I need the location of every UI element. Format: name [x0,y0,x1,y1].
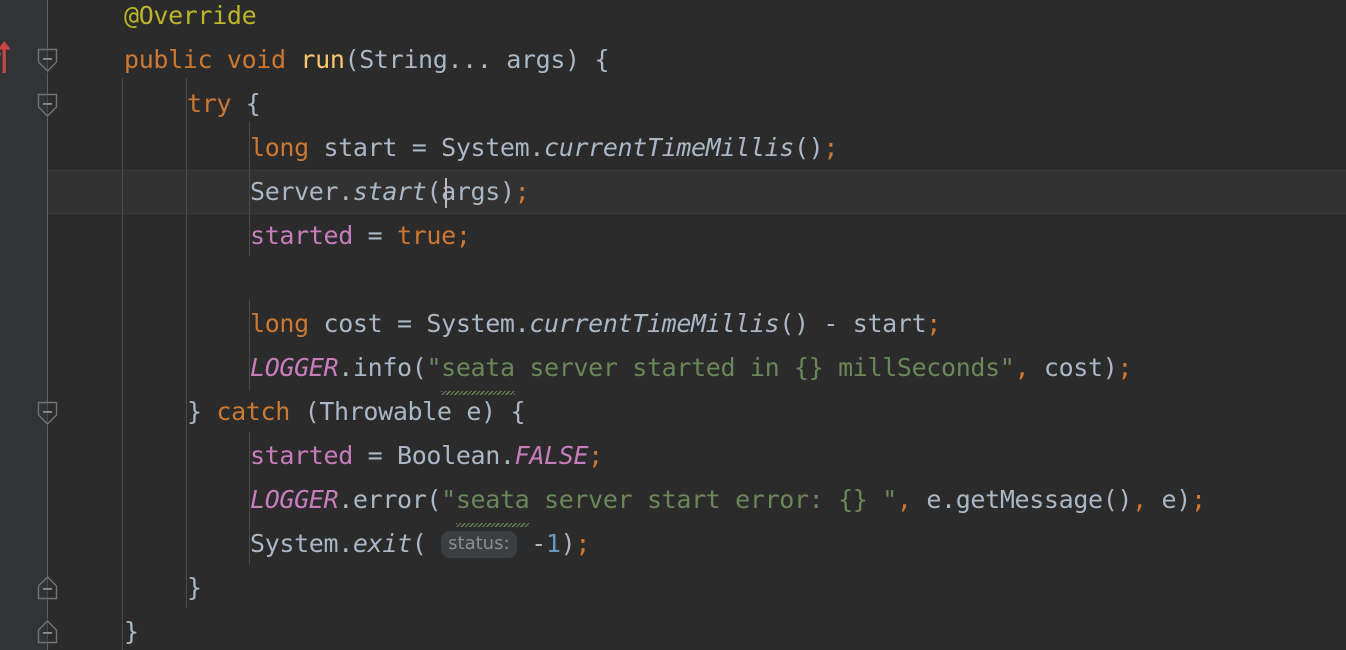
code-token: 1 [545,529,561,558]
code-token: cost = System. [323,309,530,338]
code-token: (args) [426,177,515,206]
code-token: started [250,441,353,470]
code-token: FALSE [514,441,589,470]
code-token: seata [441,346,515,395]
code-token: true [397,221,456,250]
code-token: ) [560,529,576,558]
code-token: exit [352,529,412,558]
code-token: public void [124,45,301,74]
code-token: = [352,221,398,250]
code-token: .info( [338,353,427,382]
code-token: currentTimeMillis [529,309,780,338]
code-token: } [187,573,202,602]
code-token: e.getMessage() [926,485,1133,514]
line-close-method[interactable]: } [48,610,139,650]
code-token: long [250,133,324,162]
line-system-exit[interactable]: System.exit( status: -1); [48,522,590,566]
code-editor[interactable]: @Override public void run(String... args)… [0,0,1346,650]
code-token: status: [441,531,517,558]
code-token: ; [1190,485,1206,514]
code-token: () [793,133,824,162]
line-server-start[interactable]: Server.start(args); [48,170,530,214]
code-token: ; [1117,353,1133,382]
code-token: run [300,45,345,74]
code-token: , [1132,485,1162,514]
code-token: } [124,617,139,646]
code-token: , [1014,353,1044,382]
overridden-method-arrow-icon[interactable] [0,38,16,78]
code-token: { [231,89,261,118]
code-token: Server. [250,177,353,206]
code-token: ; [455,221,471,250]
code-token: ; [575,529,591,558]
code-token: " [426,353,442,382]
code-token: " [441,485,456,514]
code-token: ; [588,441,603,470]
code-token: , [896,485,927,514]
code-token: start [352,177,427,206]
code-token: ; [823,133,839,162]
code-token: @Override [124,1,257,30]
line-blank-1[interactable] [48,258,250,302]
code-token: (String... args) { [344,45,610,74]
line-override-annotation[interactable]: @Override [48,0,257,38]
code-token: = Boolean. [352,441,515,470]
code-token: ( [411,529,442,558]
code-token: long [250,309,324,338]
code-token: cost) [1043,353,1118,382]
code-token: System. [250,529,353,558]
line-close-catch[interactable]: } [48,566,202,610]
line-long-cost[interactable]: long cost = System.currentTimeMillis() -… [48,302,941,346]
code-token: } [187,397,217,426]
code-token: ; [514,177,530,206]
line-long-start[interactable]: long start = System.currentTimeMillis(); [48,126,838,170]
code-token: currentTimeMillis [544,133,794,162]
code-token: ; [926,309,941,338]
code-token: started [250,221,353,250]
line-logger-error[interactable]: LOGGER.error("seata server start error: … [48,478,1206,527]
code-token: .error( [338,485,442,514]
code-token: server start error: {} " [529,485,897,514]
code-token: e) [1161,485,1192,514]
line-started-false[interactable]: started = Boolean.FALSE; [48,434,603,478]
code-token: seata [455,478,530,527]
code-token: LOGGER [250,353,339,382]
code-text-area[interactable]: @Override public void run(String... args)… [48,0,1346,650]
code-token: - [516,529,546,558]
code-token: catch [216,397,290,426]
line-catch[interactable]: } catch (Throwable e) { [48,390,526,434]
code-token: try [187,89,232,118]
code-token: () - start [779,309,927,338]
code-token: (Throwable e) { [289,397,526,426]
line-started-true[interactable]: started = true; [48,214,471,258]
line-logger-info[interactable]: LOGGER.info("seata server started in {} … [48,346,1133,395]
text-caret [445,178,447,208]
code-token: server started in {} millSeconds" [514,353,1015,382]
line-try-open[interactable]: try { [48,82,261,126]
code-token: start = System. [323,133,545,162]
line-method-signature[interactable]: public void run(String... args) { [48,38,610,82]
code-token: LOGGER [250,485,339,514]
